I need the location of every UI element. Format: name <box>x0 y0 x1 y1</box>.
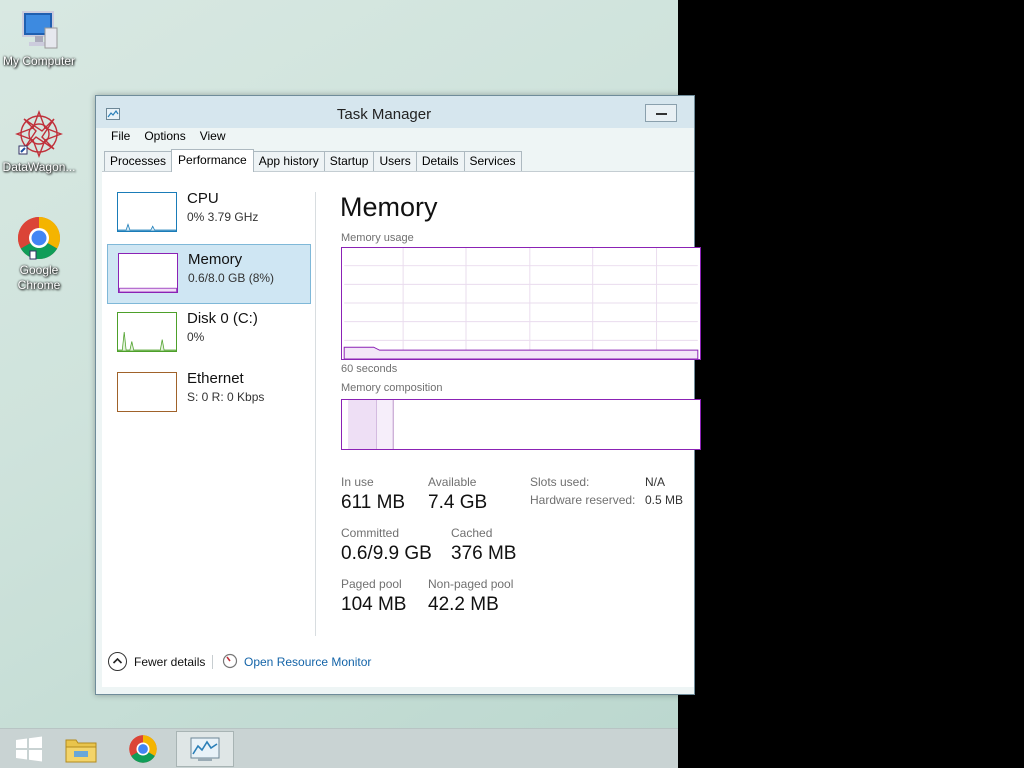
computer-icon <box>22 11 58 49</box>
taskbar <box>0 728 678 768</box>
taskbar-chrome[interactable] <box>114 731 172 767</box>
memory-usage-label: Memory usage <box>341 232 414 244</box>
menu-view[interactable]: View <box>193 126 233 146</box>
disk-sparkline <box>117 312 177 352</box>
available-label: Available <box>428 475 477 489</box>
start-button[interactable] <box>0 731 58 767</box>
tab-startup[interactable]: Startup <box>323 151 375 171</box>
resource-monitor-icon <box>222 653 238 669</box>
sidebar-item-cpu[interactable]: CPU 0% 3.79 GHz <box>107 184 311 244</box>
performance-panel: CPU 0% 3.79 GHz Memory 0.6/8.0 GB (8%) D… <box>102 171 701 687</box>
sidebar-item-label: CPU <box>187 190 219 207</box>
tab-processes[interactable]: Processes <box>104 151 173 171</box>
sidebar-item-sub: 0.6/8.0 GB (8%) <box>188 271 275 285</box>
paged-pool-label: Paged pool <box>341 577 402 591</box>
tab-app-history[interactable]: App history <box>252 151 325 171</box>
minimize-button[interactable] <box>645 104 677 122</box>
footer-separator <box>212 655 213 669</box>
memory-usage-graph <box>341 247 701 360</box>
sidebar-item-label: Ethernet <box>187 370 244 387</box>
window-title: Task Manager <box>336 106 432 123</box>
slots-used-label: Slots used: <box>530 475 590 489</box>
sidebar-item-label: Memory <box>188 251 243 268</box>
menu-file[interactable]: File <box>104 126 137 146</box>
memory-sparkline <box>118 253 178 293</box>
non-paged-pool-label: Non-paged pool <box>428 577 514 591</box>
in-use-label: In use <box>341 475 374 489</box>
hardware-reserved-value: 0.5 MB <box>645 493 684 507</box>
in-use-value: 611 MB <box>341 492 406 513</box>
datawagon-desktop-icon[interactable]: DataWagon... <box>0 110 78 175</box>
time-span-label: 60 seconds <box>341 363 398 375</box>
desktop-icon-label: DataWagon... <box>2 160 76 174</box>
fewer-details-button[interactable] <box>108 652 127 671</box>
sidebar-item-sub: 0% <box>187 330 205 344</box>
sidebar-item-sub: 0% 3.79 GHz <box>187 210 259 224</box>
windows-logo-icon <box>16 736 42 762</box>
sidebar-item-memory[interactable]: Memory 0.6/8.0 GB (8%) <box>107 244 311 304</box>
memory-composition-label: Memory composition <box>341 382 443 394</box>
menu-bar: File Options View <box>104 126 233 146</box>
task-manager-window: Task Manager File Options View Processes… <box>95 95 701 695</box>
taskbar-task-manager[interactable] <box>176 731 234 767</box>
my-computer-desktop-icon[interactable]: My Computer <box>0 10 78 69</box>
screen-blank-area <box>678 0 1024 768</box>
chrome-icon <box>17 217 61 260</box>
open-resource-monitor-link[interactable]: Open Resource Monitor <box>244 655 371 669</box>
folder-icon <box>65 739 97 763</box>
committed-value: 0.6/9.9 GB <box>341 543 432 564</box>
non-paged-pool-value: 42.2 MB <box>428 594 499 615</box>
sidebar-item-sub: S: 0 R: 0 Kbps <box>187 390 265 404</box>
desktop-icon-label: My Computer <box>2 54 76 68</box>
title-bar[interactable]: Task Manager <box>96 96 694 128</box>
fewer-details-link[interactable]: Fewer details <box>134 655 205 669</box>
available-value: 7.4 GB <box>428 492 488 513</box>
tab-users[interactable]: Users <box>373 151 417 171</box>
sidebar-item-disk[interactable]: Disk 0 (C:) 0% <box>107 304 311 364</box>
sidebar-item-ethernet[interactable]: Ethernet S: 0 R: 0 Kbps <box>107 364 311 424</box>
panel-divider <box>315 192 316 636</box>
cpu-sparkline <box>117 192 177 232</box>
chevron-up-icon <box>112 657 123 664</box>
page-title: Memory <box>340 192 438 222</box>
paged-pool-value: 104 MB <box>341 594 407 615</box>
taskbar-file-explorer[interactable] <box>52 731 110 767</box>
tab-services[interactable]: Services <box>463 151 522 171</box>
task-manager-icon <box>190 737 220 761</box>
hardware-reserved-label: Hardware reserved: <box>530 493 636 507</box>
slots-used-value: N/A <box>645 475 666 489</box>
tab-performance[interactable]: Performance <box>171 149 254 172</box>
tab-details[interactable]: Details <box>415 151 465 171</box>
menu-options[interactable]: Options <box>137 126 192 146</box>
google-chrome-desktop-icon[interactable]: Google Chrome <box>0 215 78 293</box>
cached-label: Cached <box>451 526 493 540</box>
committed-label: Committed <box>341 526 400 540</box>
datawagon-icon <box>15 110 63 158</box>
chrome-icon <box>129 735 157 763</box>
memory-composition-bar <box>341 399 701 450</box>
cached-value: 376 MB <box>451 543 517 564</box>
tab-strip: Processes Performance App history Startu… <box>104 149 522 172</box>
desktop-icon-label: Google Chrome <box>17 263 61 292</box>
sidebar-item-label: Disk 0 (C:) <box>187 310 258 327</box>
ethernet-sparkline <box>117 372 177 412</box>
